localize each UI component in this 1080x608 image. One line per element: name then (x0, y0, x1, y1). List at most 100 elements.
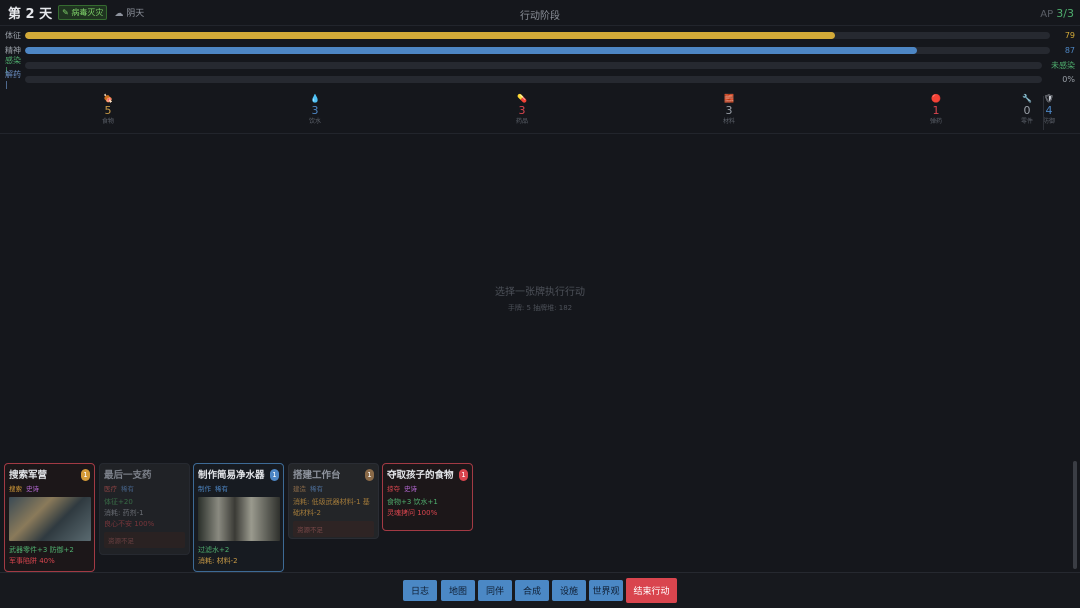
card-tag: 制作 (198, 485, 211, 493)
card-effect: 灵魂拷问 100% (387, 509, 438, 517)
card-effect: 消耗: 低级武器材料-1 基础材料-2 (293, 498, 370, 517)
card-insufficient-notice: 资源不足 (293, 521, 374, 537)
stat-value: 79 (1064, 30, 1075, 40)
stat-fill (25, 46, 917, 54)
top-bar: 第 2 天 ✎ 病毒灭灾 ☁ 阴天 (0, 0, 1080, 26)
resource-value: 3 (518, 104, 526, 117)
card-tag: 掠夺 (387, 485, 400, 493)
stat-row: 感染 | 未感染 (5, 56, 1075, 75)
stat-label: 体征 (5, 30, 21, 40)
card-effect: 消耗: 药剂-1 (104, 509, 144, 517)
resource-value: 3 (311, 104, 319, 117)
stat-row: 精神 87 (5, 43, 1075, 57)
resource-label: 饮水 (308, 118, 321, 125)
resource-icon: 🔴 (931, 94, 941, 103)
card-tag: 稀有 (121, 485, 134, 493)
facility-button[interactable]: 设施 (552, 580, 586, 601)
resource-icon: 💊 (517, 94, 527, 103)
card-effect: 良心不安 100% (104, 520, 155, 528)
companion-button[interactable]: 同伴 (478, 580, 512, 601)
card-title: 夺取孩子的食物 (387, 470, 454, 481)
card-effect: 体征+20 (104, 498, 133, 506)
card-illustration (198, 497, 280, 541)
resource-value: 0 (1023, 104, 1031, 117)
resource-icon: 💧 (310, 94, 320, 103)
action-card[interactable]: 最后一支药医疗 稀有体征+20 消耗: 药剂-1 良心不安 100% 资源不足 (99, 463, 190, 555)
card-effect: 消耗: 材料-2 (198, 557, 238, 565)
resource-防御: 🛡 4 防御 (1042, 94, 1056, 126)
ap-label: AP (1040, 9, 1054, 20)
weather-indicator: ☁ 阴天 (114, 6, 144, 19)
action-card[interactable]: 制作简易净水器 1 制作 稀有过滤水+2 消耗: 材料-2 (193, 463, 284, 572)
stat-track (25, 75, 1042, 83)
card-tags: 制作 稀有 (198, 484, 279, 494)
weather-label: 阴天 (126, 9, 145, 19)
log-button[interactable]: 日志 (403, 580, 437, 601)
event-tag-label: 病毒灭灾 (71, 8, 104, 17)
card-title: 搭建工作台 (293, 470, 341, 481)
card-tag: 稀有 (215, 485, 228, 493)
card-tags: 掠夺 史诗 (387, 484, 468, 494)
stat-track (25, 61, 1042, 69)
card-tags: 建造 稀有 (293, 484, 374, 494)
resource-icon: 🧱 (724, 94, 734, 103)
stat-track (25, 46, 1050, 54)
card-tag: 稀有 (310, 485, 323, 493)
resource-icon: 🔧 (1022, 94, 1032, 103)
card-effect: 军事陷阱 40% (9, 557, 55, 565)
card-illustration (9, 497, 91, 541)
resource-divider (1043, 96, 1044, 130)
resource-label: 零件 (1020, 118, 1033, 125)
deck-info: 手牌: 5 抽牌堆: 182 (507, 304, 573, 312)
resource-value: 3 (725, 104, 733, 117)
craft-button[interactable]: 合成 (515, 580, 549, 601)
stat-label: 解药 | (5, 70, 21, 89)
resource-药品: 💊 3 药品 (502, 94, 542, 126)
virus-icon: ✎ (62, 8, 69, 17)
action-points: AP 3/3 (1040, 7, 1074, 20)
cloud-icon: ☁ (114, 9, 124, 19)
resource-label: 药品 (515, 118, 528, 125)
card-tags: 医疗 稀有 (104, 484, 185, 494)
resource-value: 1 (932, 104, 940, 117)
action-card[interactable]: 夺取孩子的食物 1 掠夺 史诗食物+3 饮水+1 灵魂拷问 100% (382, 463, 473, 531)
card-title: 制作简易净水器 (198, 470, 265, 481)
resource-材料: 🧱 3 材料 (709, 94, 749, 126)
card-effect: 食物+3 饮水+1 (387, 498, 438, 506)
action-card[interactable]: 搭建工作台 1 建造 稀有 消耗: 低级武器材料-1 基础材料-2 资源不足 (288, 463, 379, 539)
prompt-text: 选择一张牌执行行动 (495, 287, 585, 298)
card-tag: 搜索 (9, 485, 22, 493)
stat-fill (25, 31, 835, 39)
stat-track (25, 31, 1050, 39)
card-effect: 过滤水+2 (198, 546, 230, 554)
card-effect: 武器零件+3 防御+2 (9, 546, 74, 554)
scrollbar[interactable] (1073, 461, 1077, 569)
card-title: 搜索军营 (9, 470, 48, 481)
resource-label: 防御 (1042, 118, 1055, 125)
card-tags: 搜索 史诗 (9, 484, 90, 494)
lore-button[interactable]: 世界观 (589, 580, 623, 601)
resource-label: 弹药 (929, 118, 942, 125)
card-tag: 建造 (293, 485, 306, 493)
action-card[interactable]: 搜索军营 1 搜索 史诗武器零件+3 防御+2 军事陷阱 40% (4, 463, 95, 572)
card-tag: 史诗 (404, 485, 417, 493)
card-title: 最后一支药 (104, 470, 152, 481)
card-tag: 史诗 (26, 485, 39, 493)
card-tag: 医疗 (104, 485, 117, 493)
stat-value: 87 (1064, 45, 1075, 55)
ap-value: 3/3 (1056, 7, 1074, 20)
resource-value: 4 (1045, 104, 1053, 117)
card-insufficient-notice: 资源不足 (104, 532, 185, 548)
resource-icon: 🍖 (103, 94, 113, 103)
action-prompt: 选择一张牌执行行动 手牌: 5 抽牌堆: 182 (0, 283, 1080, 313)
map-button[interactable]: 地图 (441, 580, 475, 601)
resource-label: 材料 (722, 118, 735, 125)
card-cost-badge: 1 (81, 469, 90, 481)
resource-食物: 🍖 5 食物 (88, 94, 128, 126)
resource-label: 食物 (101, 118, 114, 125)
resource-icon: 🛡 (1043, 94, 1055, 103)
card-cost-badge: 1 (270, 469, 279, 481)
resource-value: 5 (104, 104, 112, 117)
end-action-button[interactable]: 结束行动 (626, 578, 677, 603)
card-cost-badge: 1 (459, 469, 468, 481)
